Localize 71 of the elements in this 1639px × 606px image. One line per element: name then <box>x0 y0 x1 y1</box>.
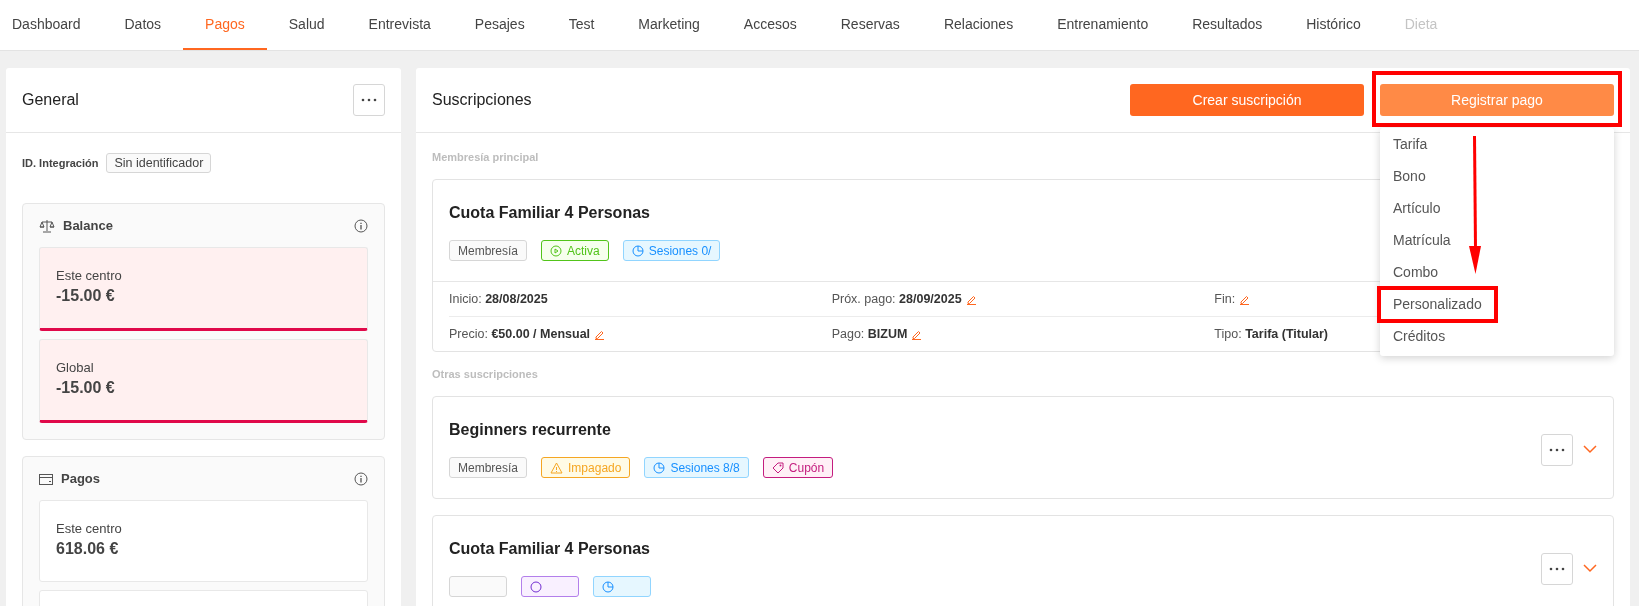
play-circle-icon <box>550 244 563 257</box>
section-heading: Otras suscripciones <box>432 368 538 382</box>
menu-item[interactable]: Tarifa <box>1380 128 1614 160</box>
menu-item[interactable]: Artículo <box>1380 192 1614 224</box>
nav-tab[interactable]: Reservas <box>818 0 922 50</box>
status-tag: Impagado <box>541 457 631 478</box>
status-tag: Sesiones 0/ <box>622 240 721 261</box>
nav-tab[interactable]: Pesajes <box>452 0 547 50</box>
detail-field: Inicio: 28/08/2025 <box>449 292 548 306</box>
detail-field: Pago: BIZUM <box>831 327 923 341</box>
ellipsis-icon <box>1549 447 1565 452</box>
info-icon[interactable] <box>354 218 368 233</box>
pie-chart-icon <box>653 461 666 474</box>
nav-tab[interactable]: Relaciones <box>921 0 1036 50</box>
stat-value: 618.06 € <box>56 540 120 558</box>
menu-item[interactable]: Personalizado <box>1380 288 1614 320</box>
section-title: Balance <box>63 218 114 233</box>
chevron-down-icon[interactable] <box>1583 445 1597 454</box>
wallet-icon <box>39 472 53 485</box>
detail-field: Próx. pago: 28/09/2025 <box>831 292 977 306</box>
circle-icon <box>530 580 542 593</box>
section-title: Pagos <box>61 471 101 486</box>
menu-item[interactable]: Combo <box>1380 256 1614 288</box>
nav-tab[interactable]: Accesos <box>721 0 819 50</box>
stat-value: -15.00 € <box>56 379 116 397</box>
status-tag: Activa <box>541 240 609 261</box>
edit-pencil-icon[interactable] <box>594 328 606 340</box>
chevron-down-icon[interactable] <box>1583 564 1597 573</box>
nav-tab[interactable]: Salud <box>266 0 347 50</box>
stat-label: Global <box>56 360 95 375</box>
menu-item[interactable]: Créditos <box>1380 320 1614 352</box>
status-tag <box>449 576 507 597</box>
nav-tab[interactable]: Marketing <box>616 0 722 50</box>
stat-label: Este centro <box>56 268 123 283</box>
status-tag: Sesiones 8/8 <box>644 457 749 478</box>
status-tag: Cupón <box>762 457 834 478</box>
scale-icon <box>39 218 55 233</box>
info-icon[interactable] <box>354 471 368 486</box>
subscription-title: Cuota Familiar 4 Personas <box>449 204 651 222</box>
detail-field: Precio: €50.00 / Mensual <box>449 327 606 341</box>
pie-chart-icon <box>602 580 614 593</box>
status-tag: Membresía <box>449 240 528 261</box>
pie-chart-icon <box>631 244 644 257</box>
field-label: ID. Integración <box>22 157 99 169</box>
nav-tab[interactable]: Resultados <box>1170 0 1285 50</box>
ellipsis-icon <box>1549 566 1565 571</box>
panel-title: General <box>22 91 79 109</box>
nav-tab[interactable]: Dashboard <box>0 0 103 50</box>
tag-icon <box>771 461 784 474</box>
stat-label: Este centro <box>56 521 123 536</box>
ellipsis-icon <box>361 98 377 102</box>
nav-tab[interactable]: Entrevista <box>346 0 453 50</box>
detail-field: Tipo: Tarifa (Titular) <box>1214 327 1329 341</box>
nav-tab[interactable]: Datos <box>102 0 184 50</box>
section-heading: Membresía principal <box>432 150 539 165</box>
menu-item[interactable]: Matrícula <box>1380 224 1614 256</box>
nav-tab[interactable]: Entrenamiento <box>1035 0 1171 50</box>
panel-title: Suscripciones <box>432 91 532 109</box>
subscription-title: Cuota Familiar 4 Personas <box>449 540 651 558</box>
detail-field: Fin: <box>1214 292 1251 306</box>
menu-item[interactable]: Bono <box>1380 160 1614 192</box>
integration-id-value: Sin identificador <box>106 153 212 173</box>
status-tag: Membresía <box>449 457 528 478</box>
edit-pencil-icon[interactable] <box>1239 293 1251 305</box>
nav-tab[interactable]: Histórico <box>1284 0 1383 50</box>
edit-pencil-icon[interactable] <box>911 328 923 340</box>
subscription-title: Beginners recurrente <box>449 421 612 439</box>
warning-icon <box>550 461 564 474</box>
nav-tab[interactable]: Test <box>546 0 617 50</box>
stat-value: -15.00 € <box>56 287 116 305</box>
edit-pencil-icon[interactable] <box>965 293 977 305</box>
